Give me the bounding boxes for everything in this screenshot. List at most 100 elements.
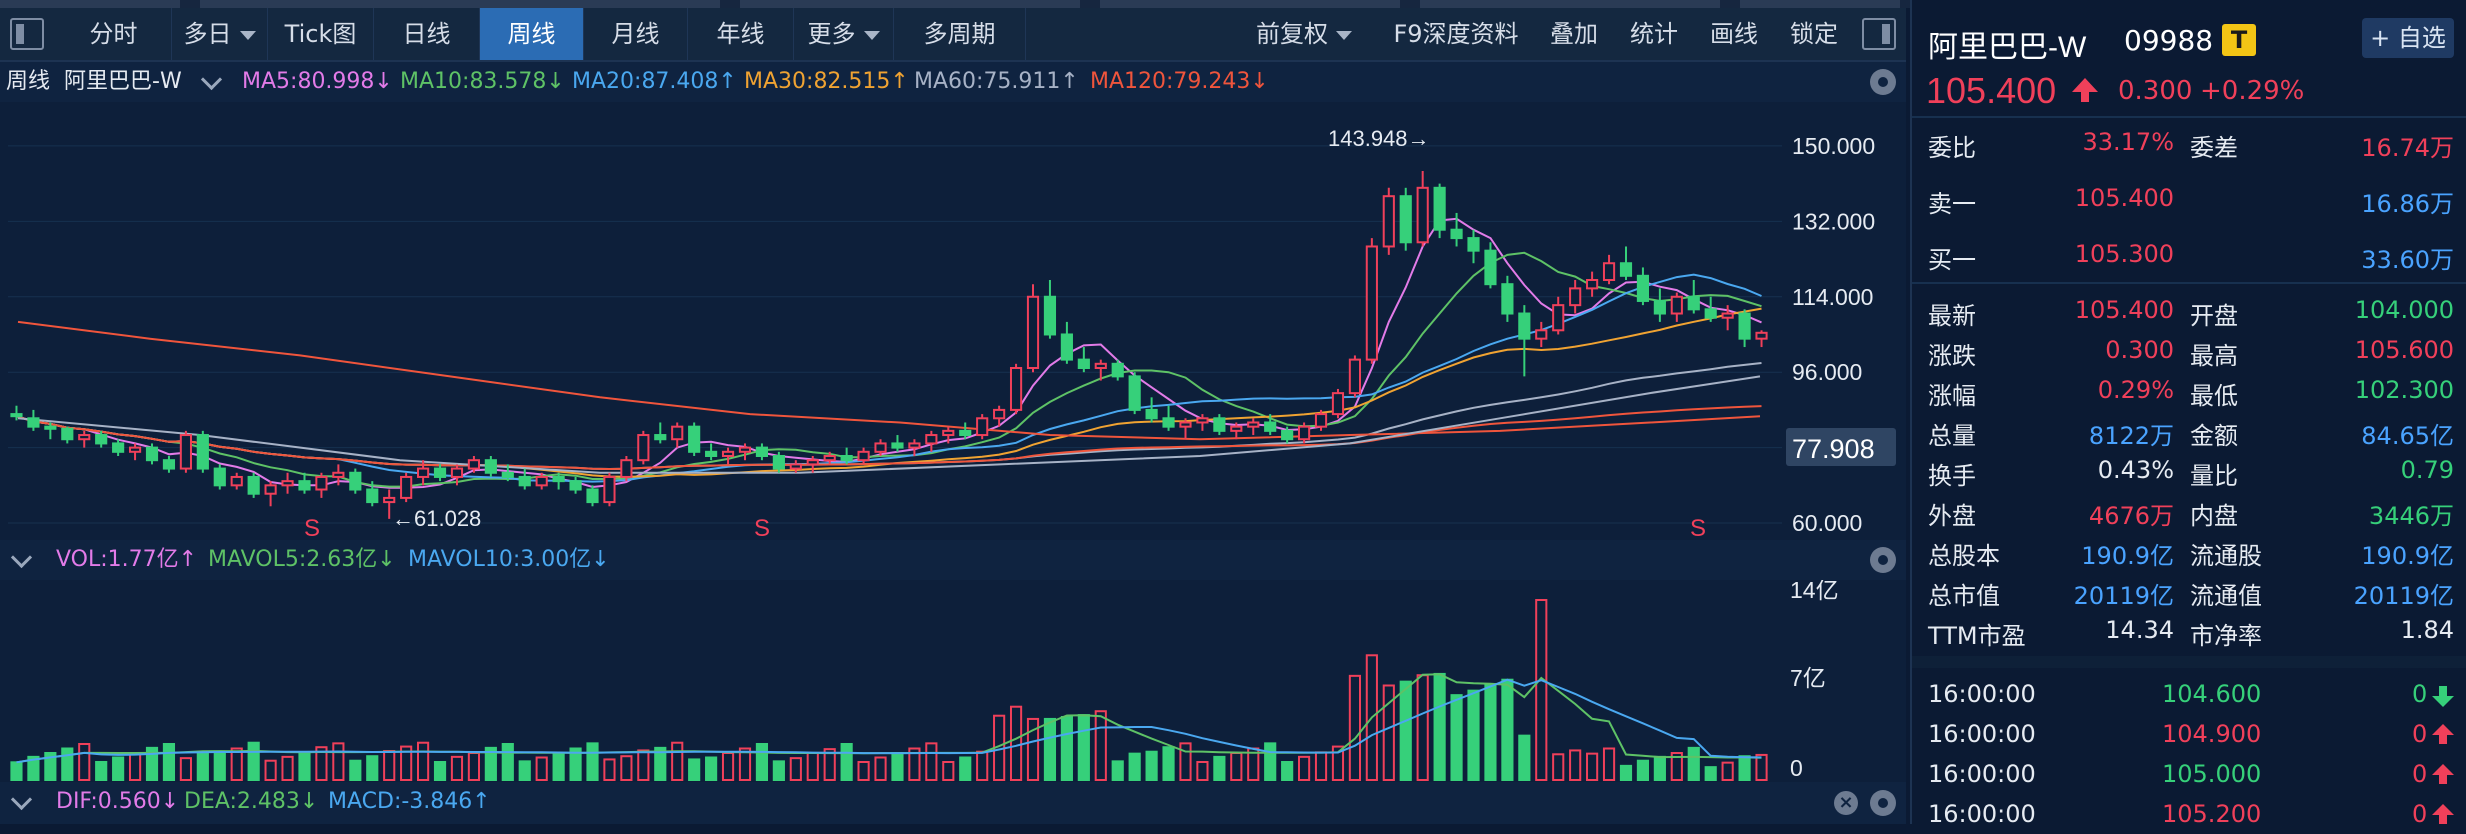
lock-button[interactable]: 锁定 <box>1776 8 1852 60</box>
candle-body <box>1569 287 1582 307</box>
candle-body <box>993 408 1006 420</box>
candle-body <box>1179 421 1192 428</box>
tick-row[interactable]: 16:00:00 104.600 0 <box>1912 674 2466 714</box>
volume-gear-icon[interactable] <box>1870 547 1896 573</box>
macd-gear-icon[interactable] <box>1870 790 1896 816</box>
tab-multi-day[interactable]: 多日 <box>172 8 268 60</box>
tick-price: 104.600 <box>2162 680 2262 708</box>
kline-settings-chevron-icon[interactable] <box>198 62 229 102</box>
current-price-tag-label: 77.908 <box>1792 434 1875 464</box>
candle-body <box>925 434 938 445</box>
draw-line-button[interactable]: 画线 <box>1696 8 1772 60</box>
candle-body <box>264 484 277 495</box>
tab-multi-period[interactable]: 多周期 <box>894 8 1026 60</box>
ma-value-0: DIF:0.560↓ <box>56 789 180 814</box>
adjust-dropdown[interactable]: 前复权 <box>1244 8 1364 60</box>
volume-bar <box>1619 764 1633 782</box>
candle-body <box>1382 195 1395 248</box>
volume-bar <box>112 756 125 781</box>
macd-settings-chevron-icon[interactable] <box>8 782 39 822</box>
volume-bar <box>755 743 769 781</box>
tab-daily[interactable]: 日线 <box>374 8 480 60</box>
low-annotation: ←61.028 <box>392 506 481 531</box>
candle-body <box>857 450 870 462</box>
tab-more[interactable]: 更多 <box>794 8 894 60</box>
kline-gear-icon[interactable] <box>1870 69 1896 95</box>
close-icon[interactable]: × <box>1834 791 1858 815</box>
stats-label: TTM市盈 <box>1928 622 2026 650</box>
volume-bar <box>518 760 531 782</box>
volume-bar <box>61 747 74 781</box>
candle-body <box>1670 295 1683 315</box>
volume-bar <box>1348 674 1361 781</box>
volume-bar <box>213 750 226 781</box>
tab-monthly[interactable]: 月线 <box>584 8 688 60</box>
tab-tick[interactable]: Tick图 <box>268 8 374 60</box>
stats-label-2: 量比 <box>2190 462 2238 490</box>
volume-bar <box>1060 716 1073 781</box>
candle-body <box>1467 237 1480 252</box>
stats-value-2: 84.65亿 <box>2361 422 2454 450</box>
bid_ask-value: 105.400 <box>2074 184 2174 212</box>
tick-row[interactable]: 16:00:00 105.200 0 <box>1912 794 2466 834</box>
candle-body <box>1518 312 1531 340</box>
tab-yearly[interactable]: 年线 <box>688 8 794 60</box>
candle-body <box>823 455 836 462</box>
volume-bar <box>857 761 870 781</box>
candle-body <box>942 429 955 437</box>
tick-row[interactable]: 16:00:00 104.900 0 <box>1912 714 2466 754</box>
price-change: 0.300 <box>2118 76 2193 106</box>
bid_ask-label-2: 委差 <box>2190 134 2238 162</box>
volume-settings-chevron-icon[interactable] <box>8 540 39 580</box>
volume-bar <box>586 742 599 782</box>
tab-intraday[interactable]: 分时 <box>56 8 172 60</box>
overlay-button[interactable]: 叠加 <box>1536 8 1612 60</box>
right-panel-toggle-icon[interactable] <box>1862 18 1896 50</box>
volume-bar <box>620 755 633 781</box>
add-watchlist-button[interactable]: + 自选 <box>2362 18 2454 58</box>
kline-chart[interactable]: 150.000 132.000 114.000 96.000 60.000 77.908 1… <box>0 102 1906 542</box>
tick-time: 16:00:00 <box>1928 760 2036 788</box>
candle-body <box>247 475 260 495</box>
ma-value-4: MA60:75.911↑ <box>914 69 1079 94</box>
tick-volume: 0 <box>2412 800 2428 828</box>
quote-panel: 阿里巴巴-W 09988 T + 自选 105.400 0.300 +0.29%… <box>1910 0 2466 828</box>
ma-value-2: MAVOL10:3.00亿↓ <box>408 547 610 572</box>
volume-bar <box>417 741 430 781</box>
volume-bar <box>840 743 853 781</box>
candle-body <box>44 425 57 430</box>
tick-row[interactable]: 16:00:00 105.000 0 <box>1912 754 2466 794</box>
stats-value-2: 3446万 <box>2368 502 2454 530</box>
stats-label: 涨幅 <box>1928 382 1976 410</box>
volume-bar <box>1298 755 1311 782</box>
ma-value-0: MA5:80.998↓ <box>242 69 393 94</box>
volume-bar <box>1518 734 1531 781</box>
bid_ask-value: 33.17% <box>2082 128 2174 156</box>
f9-profile-button[interactable]: F9深度资料 <box>1386 8 1526 60</box>
last-price: 105.400 <box>1926 70 2057 111</box>
candle-body <box>1365 245 1378 361</box>
ma-value-2: MACD:-3.846↑ <box>328 789 491 814</box>
left-panel-toggle-icon[interactable] <box>10 18 44 50</box>
sell-signal-2: S <box>1690 515 1706 542</box>
volume-header: VOL:1.77亿↑ MAVOL5:2.63亿↓ MAVOL10:3.00亿↓ <box>0 540 1906 580</box>
candle-body <box>1162 417 1175 428</box>
stats-value-2: 0.79 <box>2400 456 2454 484</box>
trade-badge: T <box>2222 24 2256 56</box>
sell-signal-0: S <box>304 515 320 542</box>
volume-chart[interactable]: 14亿 7亿 0 <box>0 580 1906 782</box>
stats-value-2: 1.84 <box>2400 616 2454 644</box>
volume-bar <box>366 755 379 781</box>
volume-bar <box>1077 714 1090 781</box>
candle-body <box>298 480 311 491</box>
candle-body <box>1060 333 1073 361</box>
candle-body <box>535 475 548 487</box>
statistics-button[interactable]: 统计 <box>1616 8 1692 60</box>
volume-bar <box>230 747 243 781</box>
stats-label: 总市值 <box>1928 582 2000 610</box>
tick-price: 105.000 <box>2162 760 2262 788</box>
tab-weekly[interactable]: 周线 <box>480 8 584 60</box>
stats-value: 105.400 <box>2074 296 2174 324</box>
tick-time: 16:00:00 <box>1928 720 2036 748</box>
candle-body <box>1721 312 1734 319</box>
